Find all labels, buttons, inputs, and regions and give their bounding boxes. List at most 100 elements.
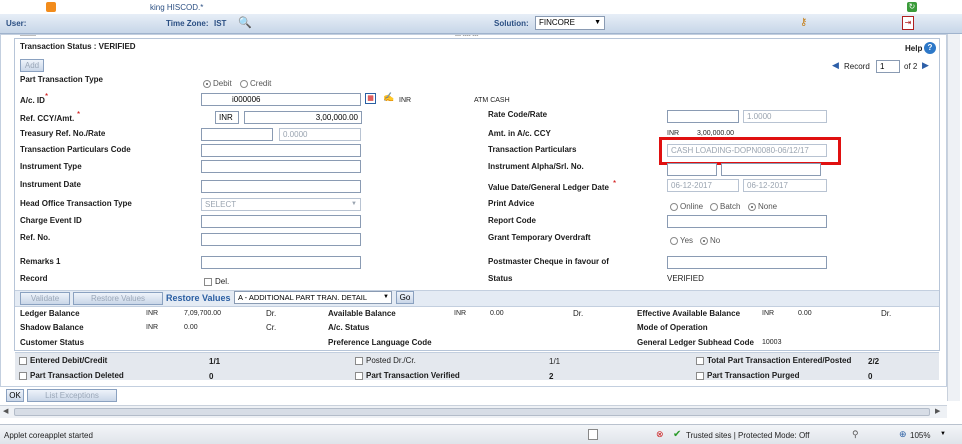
- scrollbar-horizontal[interactable]: ◀ ▶: [0, 405, 947, 418]
- deleted-checkbox[interactable]: [19, 371, 27, 380]
- instr-alpha-input[interactable]: [667, 163, 717, 176]
- record-flag-label: Record: [20, 274, 48, 283]
- rate-input[interactable]: 1.0000: [743, 110, 827, 123]
- help-label[interactable]: Help: [905, 44, 922, 53]
- online-label: Online: [680, 202, 704, 211]
- go-button[interactable]: Go: [396, 291, 414, 304]
- del-checkbox[interactable]: Del.: [204, 277, 229, 286]
- pref-label: Preference Language Code: [328, 338, 432, 347]
- part-tran-type-label: Part Transaction Type: [20, 75, 103, 84]
- entered-checkbox[interactable]: [19, 356, 27, 365]
- eff-label: Effective Available Balance: [637, 309, 741, 318]
- charge-input[interactable]: [201, 215, 361, 228]
- zoom-level[interactable]: 105%: [910, 431, 930, 440]
- ref-ccy-input[interactable]: INR: [215, 111, 239, 124]
- refno-input[interactable]: [201, 233, 361, 246]
- list-exceptions-button[interactable]: List Exceptions: [27, 389, 117, 402]
- ref-amt-input[interactable]: 3,00,000.00: [244, 111, 362, 124]
- add-button[interactable]: Add: [20, 59, 44, 72]
- report-code-input[interactable]: [667, 215, 827, 228]
- charge-label: Charge Event ID: [20, 216, 82, 225]
- lock-icon[interactable]: ⚲: [852, 429, 859, 440]
- calendar-icon[interactable]: ▦: [365, 93, 376, 104]
- scroll-left-icon[interactable]: ◀: [3, 407, 8, 415]
- del-checkbox-box[interactable]: [204, 277, 212, 286]
- ref-ccy-mandatory: *: [77, 110, 81, 119]
- online-radio-button[interactable]: [670, 202, 678, 211]
- total-value: 2/2: [868, 357, 880, 366]
- entered-label: Entered Debit/Credit: [30, 356, 108, 365]
- ac-id-label: A/c. ID: [20, 96, 45, 105]
- postmaster-input[interactable]: [667, 256, 827, 269]
- credit-radio-button[interactable]: [240, 79, 248, 88]
- rss-icon[interactable]: [46, 2, 56, 12]
- ho-select[interactable]: SELECT ▼: [201, 198, 361, 211]
- scroll-thumb[interactable]: [14, 408, 930, 416]
- amt-ccy-label: Amt. in A/c. CCY: [488, 129, 551, 138]
- cust-label: Customer Status: [20, 338, 85, 347]
- shadow-ccy: INR: [146, 324, 159, 331]
- batch-radio[interactable]: Batch: [710, 202, 740, 211]
- user-label: User:: [6, 19, 27, 28]
- entered-value: 1/1: [209, 357, 221, 366]
- scrollbar-vertical[interactable]: [947, 34, 960, 401]
- detail-select[interactable]: A - ADDITIONAL PART TRAN. DETAIL ▼: [234, 291, 392, 304]
- validate-button[interactable]: Validate: [20, 292, 70, 305]
- tp-input[interactable]: CASH LOADING-DOPN0080-06/12/17: [667, 144, 827, 157]
- refresh-icon[interactable]: ↻: [907, 2, 917, 12]
- restore-values-button[interactable]: Restore Values: [73, 292, 163, 305]
- debit-radio-button[interactable]: [203, 79, 211, 88]
- none-radio[interactable]: None: [748, 202, 777, 211]
- ledger-ccy: INR: [146, 310, 159, 317]
- yes-radio-button[interactable]: [670, 236, 678, 245]
- total-checkbox[interactable]: [696, 356, 704, 365]
- treasury-ref-input[interactable]: [201, 128, 273, 141]
- zone-status: Trusted sites | Protected Mode: Off: [686, 431, 810, 440]
- chevron-down-icon: ▼: [594, 19, 601, 26]
- zoom-chevron-icon[interactable]: ▼: [940, 431, 946, 437]
- restore-values-link[interactable]: Restore Values: [166, 293, 231, 303]
- posted-checkbox[interactable]: [355, 356, 363, 365]
- instr-srl-input[interactable]: [721, 163, 821, 176]
- treasury-rate-input[interactable]: 0.0000: [279, 128, 361, 141]
- rate-code-input[interactable]: [667, 110, 739, 123]
- yes-radio[interactable]: Yes: [670, 236, 693, 245]
- signature-icon[interactable]: ✍: [383, 92, 394, 104]
- verified-checkbox[interactable]: [355, 371, 363, 380]
- instr-type-input[interactable]: [201, 160, 361, 173]
- none-radio-button[interactable]: [748, 202, 756, 211]
- record-input[interactable]: 1: [876, 60, 900, 73]
- ac-name: ATM CASH: [474, 97, 510, 104]
- search-icon[interactable]: 🔍: [238, 16, 252, 29]
- batch-radio-button[interactable]: [710, 202, 718, 211]
- remarks-input[interactable]: [201, 256, 361, 269]
- key-icon[interactable]: ⚷: [800, 17, 812, 29]
- tpc-label: Transaction Particulars Code: [20, 145, 131, 154]
- credit-radio[interactable]: Credit: [240, 79, 271, 88]
- purged-checkbox[interactable]: [696, 371, 704, 380]
- ac-id-input[interactable]: i000006: [201, 93, 361, 106]
- no-radio[interactable]: No: [700, 236, 720, 245]
- online-radio[interactable]: Online: [670, 202, 703, 211]
- tpc-input[interactable]: [201, 144, 361, 157]
- ok-button[interactable]: OK: [6, 389, 24, 402]
- posted-row: Posted Dr./Cr.: [355, 356, 416, 365]
- deleted-value: 0: [209, 372, 214, 381]
- next-record-icon[interactable]: ▶: [922, 60, 929, 71]
- instr-date-input[interactable]: [201, 180, 361, 193]
- detail-select-value: A - ADDITIONAL PART TRAN. DETAIL: [238, 293, 368, 302]
- no-radio-button[interactable]: [700, 236, 708, 245]
- gl-date-input[interactable]: 06-12-2017: [743, 179, 827, 192]
- prev-record-icon[interactable]: ◀: [832, 60, 839, 71]
- record-nav: ◀ Record 1 of 2 ▶: [832, 60, 934, 73]
- debit-radio[interactable]: Debit: [203, 79, 232, 88]
- exit-icon[interactable]: ⇥: [902, 16, 914, 30]
- solution-select[interactable]: FINCORE ▼: [535, 16, 605, 30]
- value-date-label: Value Date/General Ledger Date: [488, 183, 609, 192]
- treasury-label: Treasury Ref. No./Rate: [20, 129, 106, 138]
- ac-ccy: INR: [399, 97, 412, 104]
- zoom-icon[interactable]: ⊕: [899, 429, 907, 440]
- scroll-right-icon[interactable]: ▶: [935, 407, 940, 415]
- value-date-input[interactable]: 06-12-2017: [667, 179, 739, 192]
- help-icon[interactable]: ?: [924, 42, 936, 54]
